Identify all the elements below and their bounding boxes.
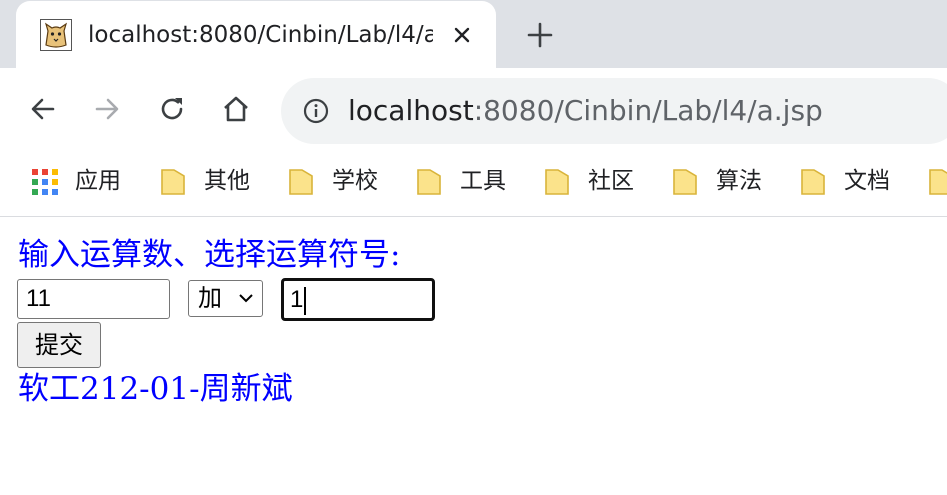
back-arrow-icon[interactable] xyxy=(26,92,60,126)
folder-icon xyxy=(161,169,185,195)
operator-selected-value: 加 xyxy=(198,284,222,312)
tab-strip: localhost:8080/Cinbin/Lab/l4/a.jsp xyxy=(0,0,947,68)
new-tab-icon[interactable] xyxy=(525,20,555,50)
address-bar[interactable]: localhost:8080/Cinbin/Lab/l4/a.jsp xyxy=(281,78,947,144)
form-prompt: 输入运算数、选择运算符号: xyxy=(18,237,401,273)
reload-icon[interactable] xyxy=(155,92,189,126)
bookmark-label: 算法 xyxy=(716,168,762,194)
folder-icon xyxy=(801,169,825,195)
bookmark-folder-school[interactable]: 学校 xyxy=(288,166,388,196)
tab-title: localhost:8080/Cinbin/Lab/l4/a.jsp xyxy=(88,22,433,48)
operator-select[interactable]: 加 xyxy=(188,280,263,317)
text-caret xyxy=(304,286,307,315)
bookmarks-bar: 应用 其他 学校 工具 社区 算法 文档 xyxy=(0,154,947,217)
author-text: 软工212-01-周新斌 xyxy=(18,371,293,407)
operand2-value: 1 xyxy=(290,286,304,313)
folder-icon xyxy=(673,169,697,195)
bookmark-label: 工具 xyxy=(460,168,506,194)
bookmark-label: 其他 xyxy=(204,168,250,194)
folder-icon xyxy=(417,169,441,195)
bookmark-folder-community[interactable]: 社区 xyxy=(544,166,644,196)
page-content: 输入运算数、选择运算符号: 11 加 1 提交 软工212-01-周新斌 xyxy=(0,217,947,495)
operand1-input[interactable]: 11 xyxy=(17,279,170,319)
submit-button[interactable]: 提交 xyxy=(17,322,101,368)
bookmark-apps[interactable]: 应用 xyxy=(31,166,131,196)
bookmark-label: 文档 xyxy=(844,168,890,194)
info-icon[interactable] xyxy=(303,98,329,124)
url-path: :8080/Cinbin/Lab/l4/a.jsp xyxy=(473,94,823,127)
forward-arrow-icon[interactable] xyxy=(90,92,124,126)
chevron-down-icon xyxy=(239,294,253,303)
folder-icon xyxy=(545,169,569,195)
bookmark-folder-tools[interactable]: 工具 xyxy=(416,166,516,196)
url-host: localhost xyxy=(348,94,474,127)
apps-grid-icon xyxy=(32,169,58,195)
bookmark-label: 应用 xyxy=(75,168,121,194)
folder-icon xyxy=(929,169,947,195)
url-text[interactable]: localhost:8080/Cinbin/Lab/l4/a.jsp xyxy=(348,92,823,130)
browser-toolbar: localhost:8080/Cinbin/Lab/l4/a.jsp xyxy=(0,68,947,154)
operand2-input[interactable]: 1 xyxy=(281,278,435,321)
active-tab[interactable]: localhost:8080/Cinbin/Lab/l4/a.jsp xyxy=(16,1,496,68)
bookmark-folder-overflow[interactable] xyxy=(928,166,947,196)
bookmark-folder-algorithms[interactable]: 算法 xyxy=(672,166,772,196)
folder-icon xyxy=(289,169,313,195)
home-icon[interactable] xyxy=(219,92,253,126)
bookmark-label: 社区 xyxy=(588,168,634,194)
bookmark-folder-docs[interactable]: 文档 xyxy=(800,166,900,196)
tomcat-cat-icon xyxy=(40,19,72,51)
bookmark-folder-other[interactable]: 其他 xyxy=(160,166,260,196)
close-icon[interactable] xyxy=(450,23,474,47)
bookmark-label: 学校 xyxy=(332,168,378,194)
operand1-value: 11 xyxy=(26,285,51,312)
